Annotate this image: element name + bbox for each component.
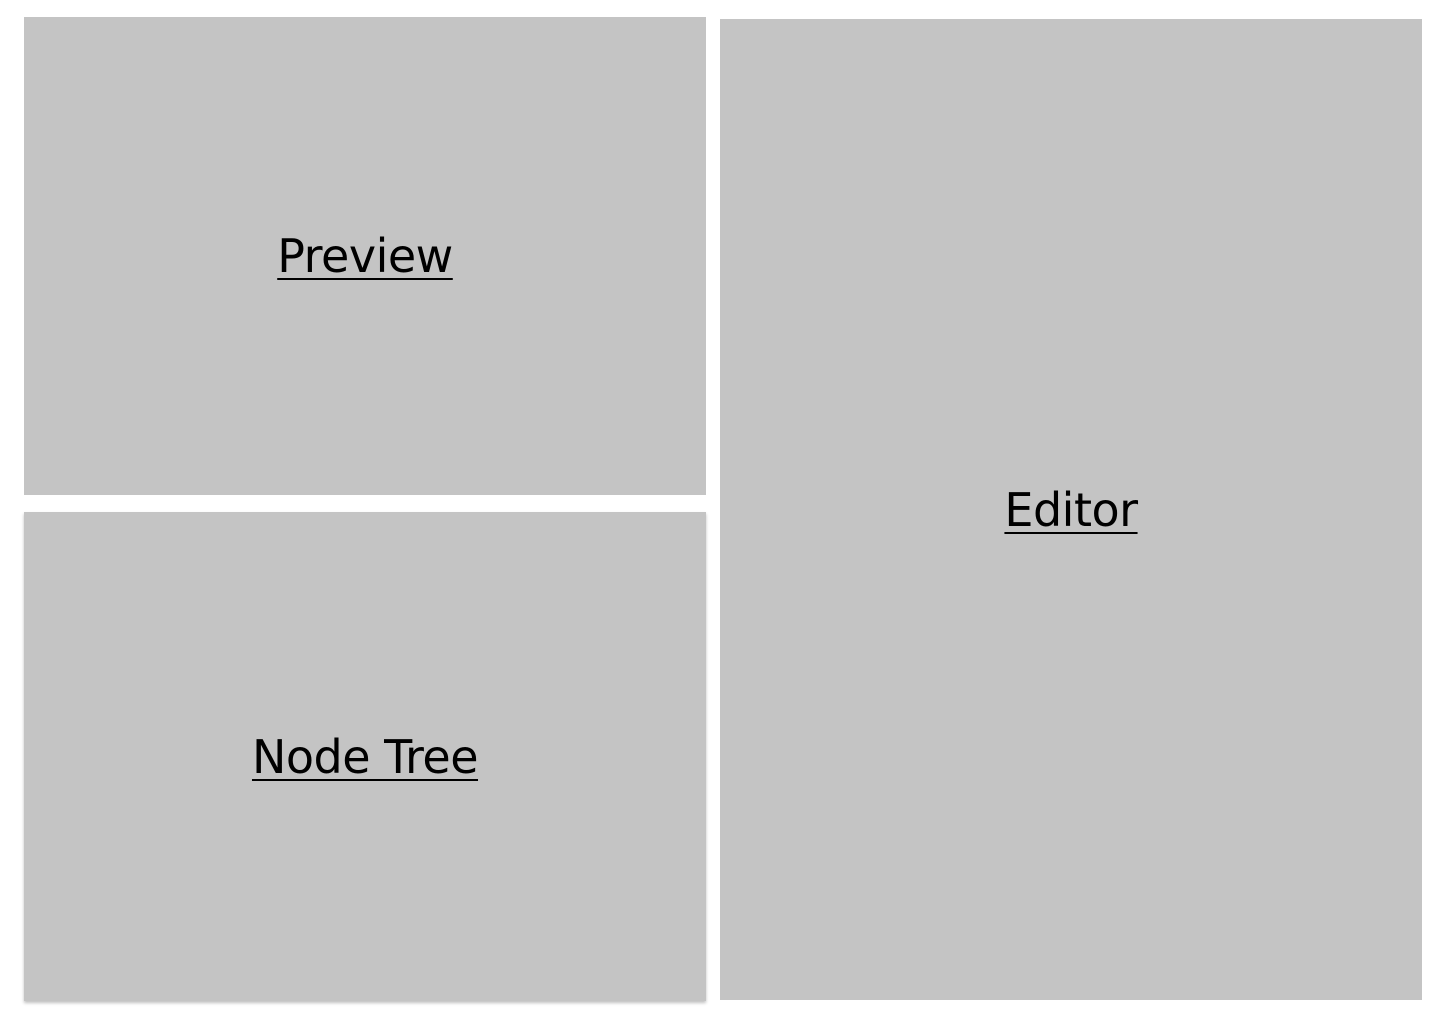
editor-panel: Editor — [720, 19, 1422, 1000]
editor-link[interactable]: Editor — [1004, 483, 1138, 537]
node-tree-panel: Node Tree — [24, 512, 706, 1001]
node-tree-link[interactable]: Node Tree — [252, 730, 479, 784]
preview-link[interactable]: Preview — [277, 229, 453, 283]
preview-panel: Preview — [24, 17, 706, 495]
